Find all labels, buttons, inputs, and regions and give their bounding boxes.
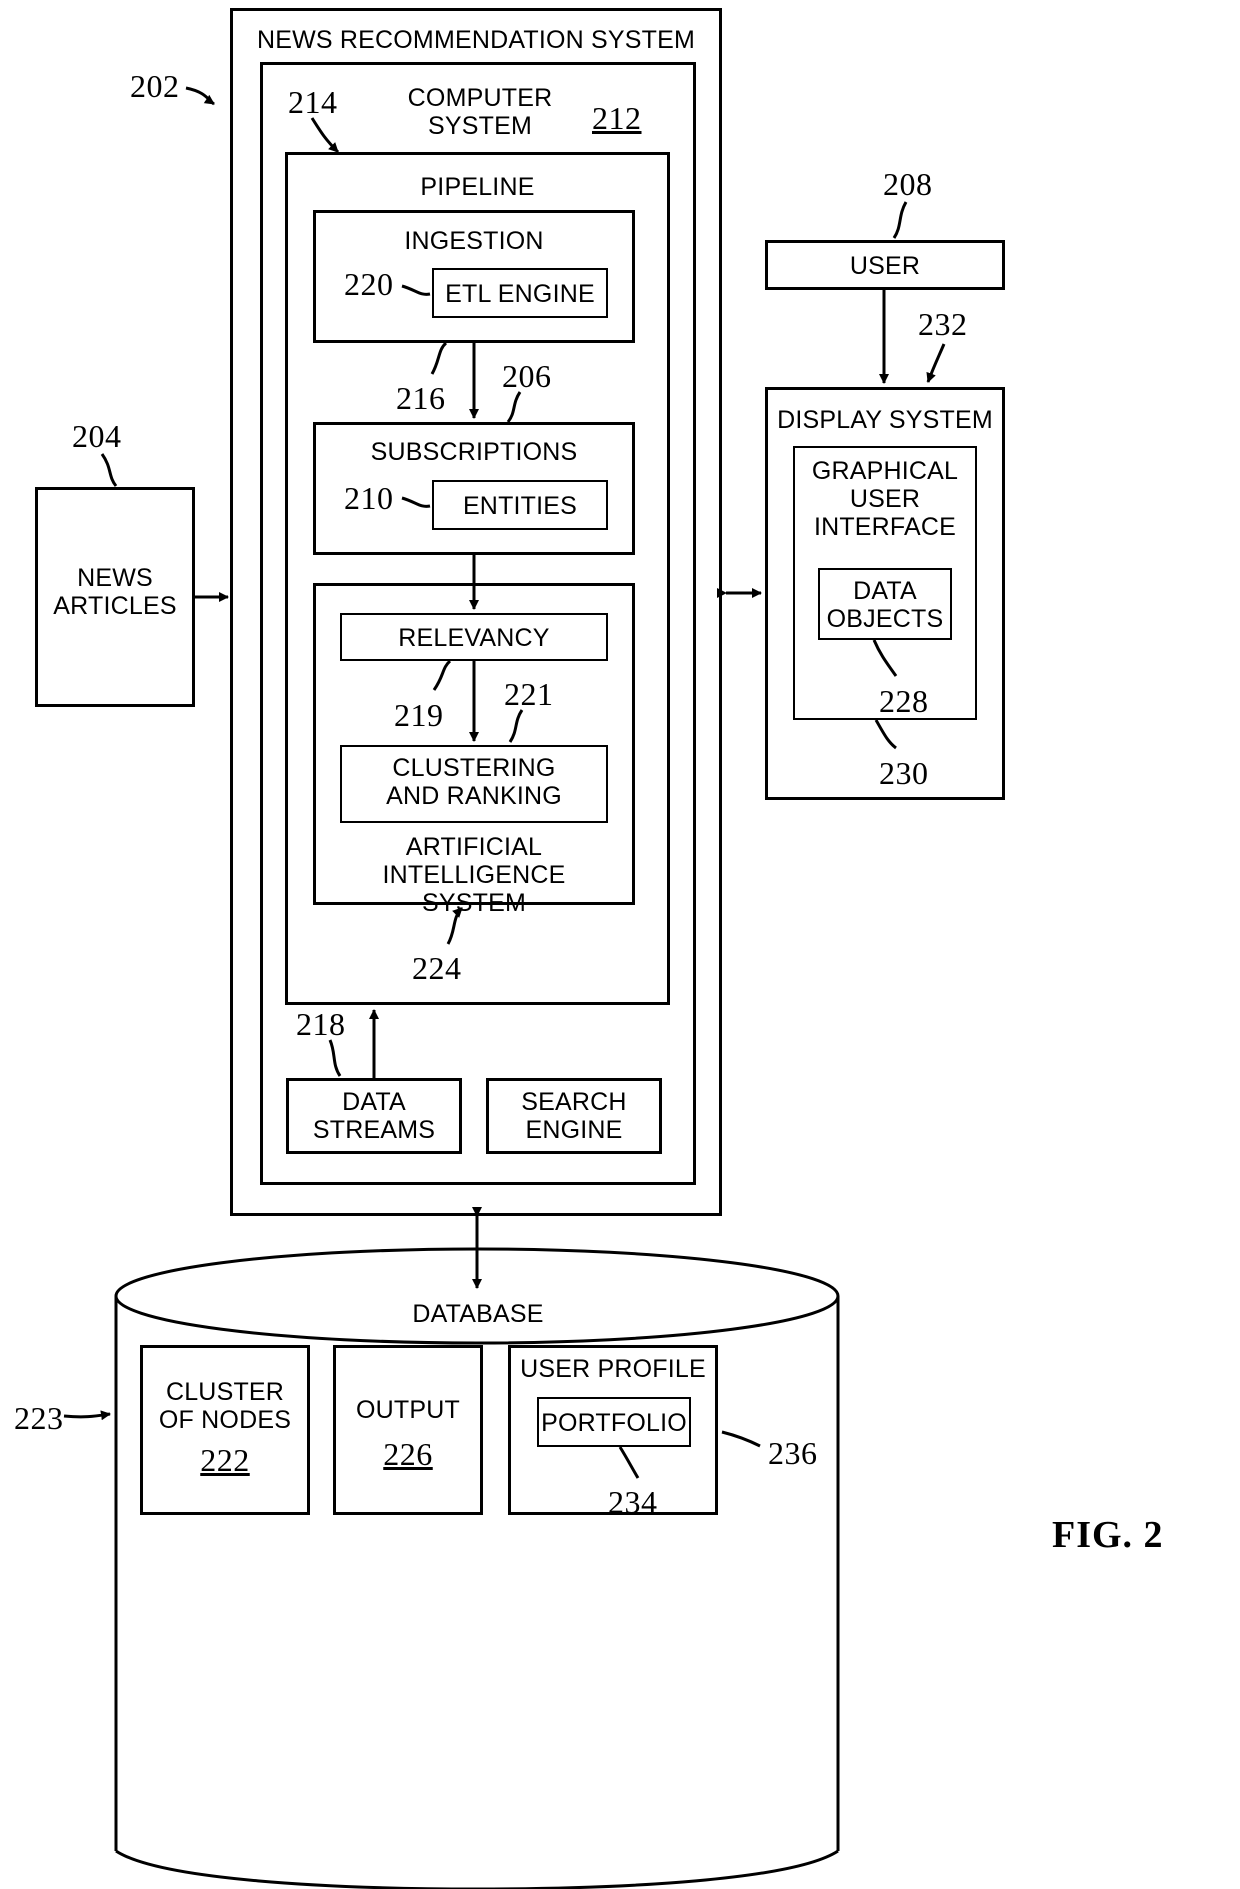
ref-222: 222 bbox=[200, 1442, 250, 1478]
ref-202: 202 bbox=[130, 68, 180, 104]
data-objects-label: DATA OBJECTS bbox=[826, 577, 944, 633]
patent-figure-canvas: NEWS RECOMMENDATION SYSTEM COMPUTER SYST… bbox=[0, 0, 1240, 1889]
graphical-user-interface-label: GRAPHICAL USER INTERFACE bbox=[811, 457, 959, 541]
ref-208: 208 bbox=[883, 166, 933, 202]
user-label: USER bbox=[849, 252, 921, 280]
ref-218: 218 bbox=[296, 1006, 346, 1042]
search-engine-label: SEARCH ENGINE bbox=[521, 1088, 627, 1144]
ref-221: 221 bbox=[504, 676, 554, 712]
figure-label: FIG. 2 bbox=[1052, 1514, 1164, 1556]
computer-system-label: COMPUTER SYSTEM bbox=[407, 84, 553, 140]
database-cylinder-top bbox=[114, 1247, 840, 1345]
leader-223 bbox=[63, 1410, 111, 1421]
ref-216: 216 bbox=[396, 380, 446, 416]
ref-210: 210 bbox=[344, 480, 394, 516]
ref-214: 214 bbox=[288, 84, 338, 120]
data-streams-label: DATA STREAMS bbox=[312, 1088, 436, 1144]
ref-236: 236 bbox=[768, 1435, 818, 1471]
entities-label: ENTITIES bbox=[462, 492, 578, 520]
relevancy-label: RELEVANCY bbox=[398, 624, 550, 652]
leader-236 bbox=[721, 1430, 761, 1448]
cluster-of-nodes-label: CLUSTER OF NODES bbox=[158, 1378, 292, 1434]
etl-engine-label: ETL ENGINE bbox=[445, 280, 595, 308]
subscriptions-label: SUBSCRIPTIONS bbox=[370, 438, 578, 466]
ingestion-label: INGESTION bbox=[404, 227, 544, 255]
ref-204: 204 bbox=[72, 418, 122, 454]
ref-223: 223 bbox=[14, 1400, 64, 1436]
ref-220: 220 bbox=[344, 266, 394, 302]
ref-234: 234 bbox=[608, 1484, 658, 1520]
pipeline-label: PIPELINE bbox=[420, 173, 535, 201]
portfolio-label: PORTFOLIO bbox=[541, 1409, 687, 1437]
ref-230: 230 bbox=[879, 755, 929, 791]
ref-224: 224 bbox=[412, 950, 462, 986]
ref-219: 219 bbox=[394, 697, 444, 733]
news-recommendation-system-label: NEWS RECOMMENDATION SYSTEM bbox=[256, 26, 696, 54]
user-profile-label: USER PROFILE bbox=[520, 1355, 706, 1383]
clustering-and-ranking-label: CLUSTERING AND RANKING bbox=[386, 754, 562, 810]
news-articles-label: NEWS ARTICLES bbox=[53, 564, 177, 620]
ref-232: 232 bbox=[918, 306, 968, 342]
leader-204 bbox=[100, 453, 118, 487]
ref-226: 226 bbox=[383, 1436, 433, 1472]
ref-228: 228 bbox=[879, 683, 929, 719]
artificial-intelligence-system-label: ARTIFICIAL INTELLIGENCE SYSTEM bbox=[382, 833, 566, 917]
ref-212: 212 bbox=[592, 100, 642, 136]
ref-206: 206 bbox=[502, 358, 552, 394]
output-box bbox=[333, 1345, 483, 1515]
database-label: DATABASE bbox=[412, 1300, 544, 1328]
leader-208 bbox=[892, 201, 908, 239]
leader-202 bbox=[185, 86, 215, 106]
leader-232 bbox=[926, 343, 946, 383]
database-cylinder-bottom bbox=[115, 1849, 839, 1889]
output-label: OUTPUT bbox=[356, 1396, 460, 1424]
display-system-label: DISPLAY SYSTEM bbox=[777, 406, 993, 434]
